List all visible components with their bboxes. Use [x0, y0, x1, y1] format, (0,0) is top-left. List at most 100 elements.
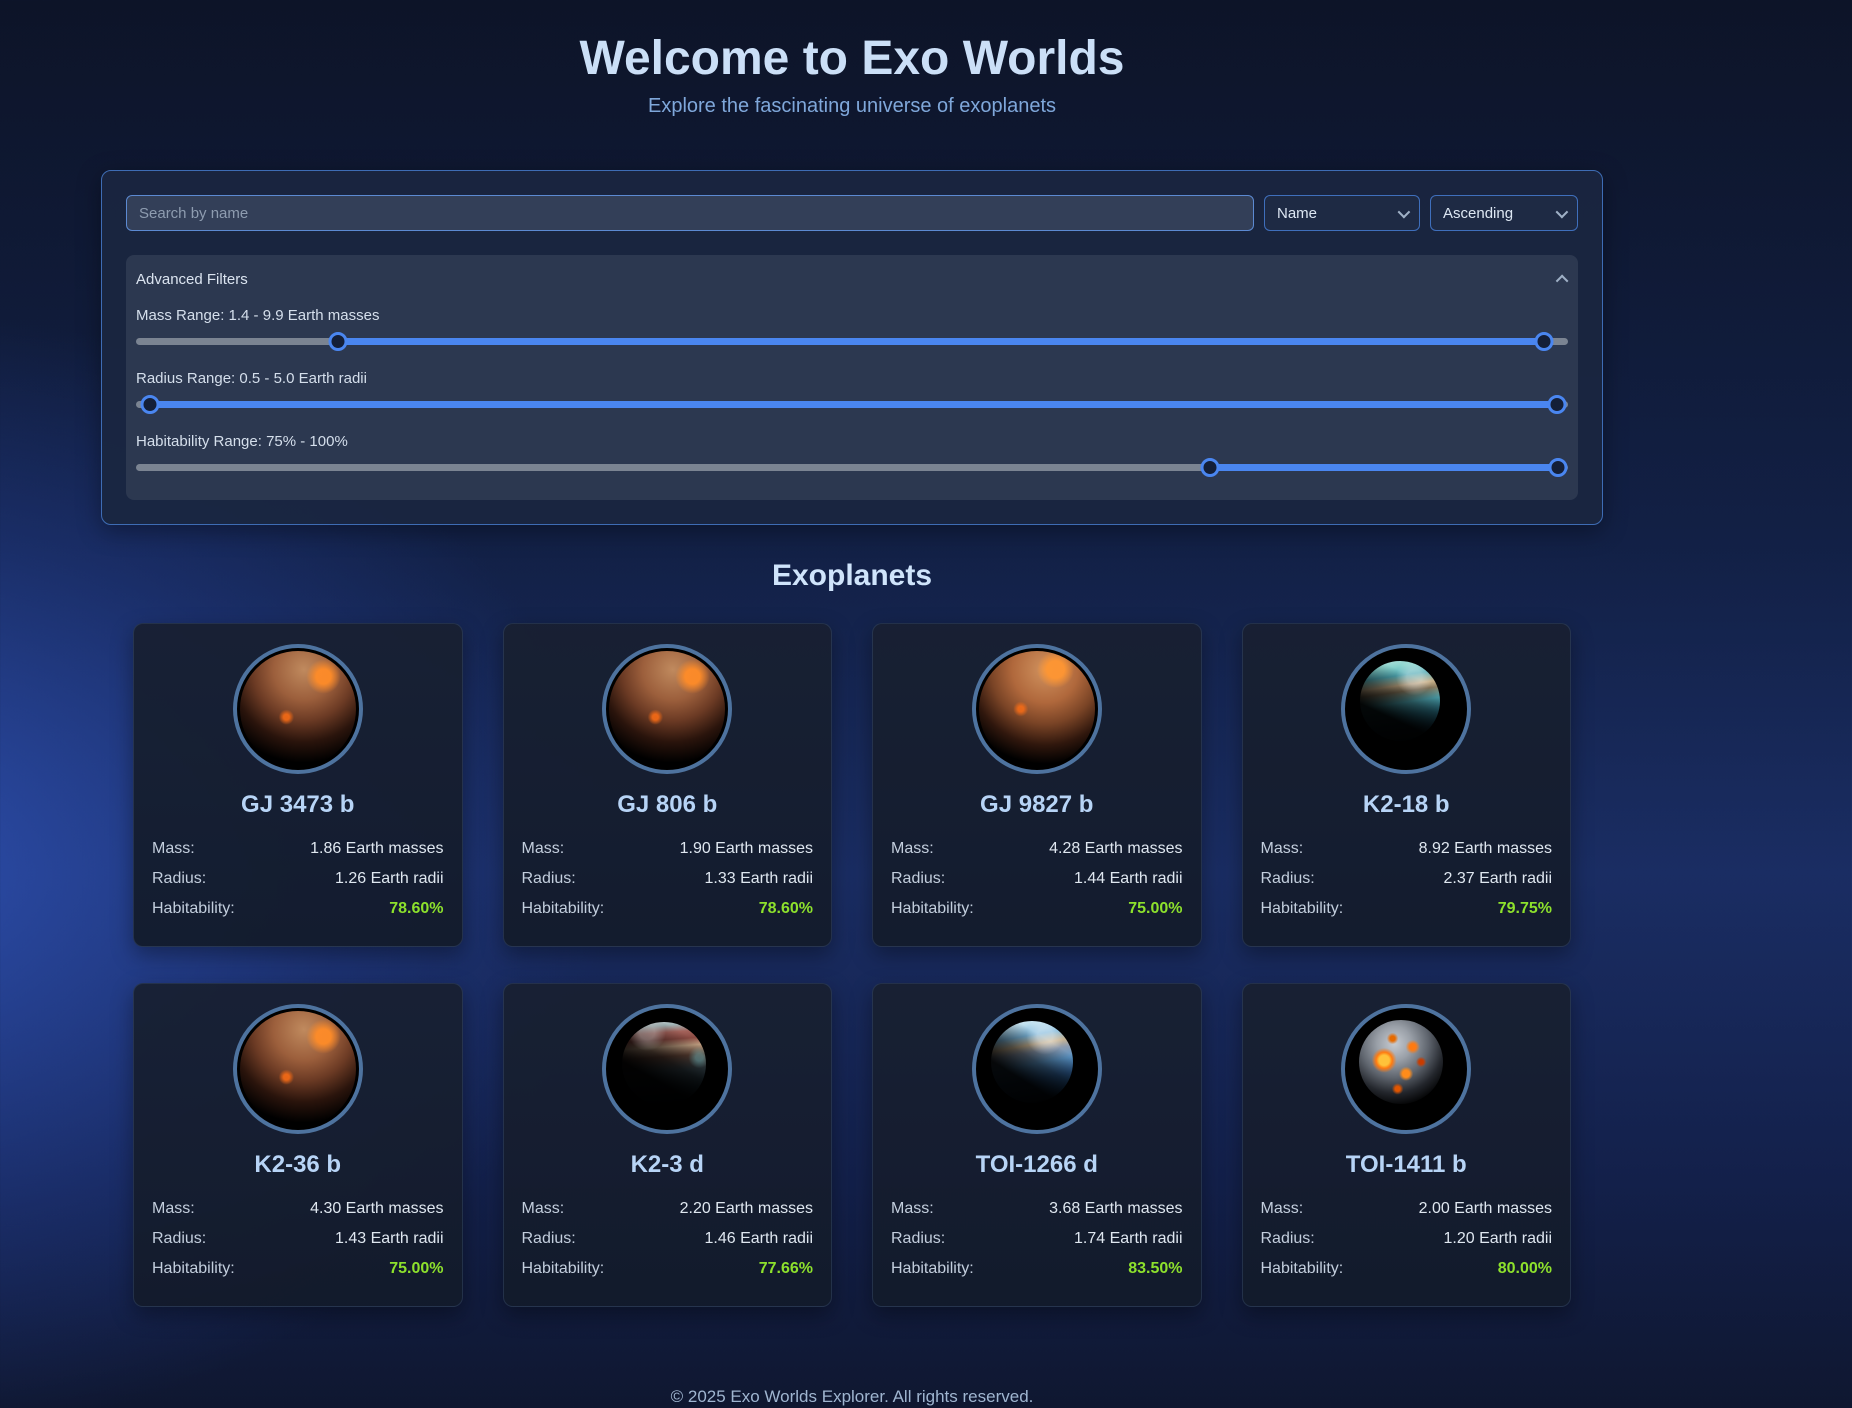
mass-value: 3.68 Earth masses — [1049, 1200, 1182, 1218]
radius-label: Radius: — [891, 1230, 945, 1248]
habitability-filter-group: Habitability Range: 75% - 100% — [136, 433, 1568, 478]
footer-text: © 2025 Exo Worlds Explorer. All rights r… — [101, 1387, 1603, 1408]
mass-label: Mass: — [152, 840, 195, 858]
radius-row: Radius:1.74 Earth radii — [891, 1224, 1183, 1254]
planet-name: K2-18 b — [1261, 790, 1553, 820]
habitability-filter-label: Habitability Range: 75% - 100% — [136, 433, 1568, 450]
slider-handle-min[interactable] — [328, 332, 347, 351]
mass-label: Mass: — [1261, 1200, 1304, 1218]
radius-filter-group: Radius Range: 0.5 - 5.0 Earth radii — [136, 370, 1568, 415]
planet-sphere — [1360, 661, 1440, 741]
planet-sphere — [979, 651, 1095, 767]
radius-value: 1.46 Earth radii — [704, 1230, 813, 1248]
mass-label: Mass: — [152, 1200, 195, 1218]
planet-card[interactable]: TOI-1411 b Mass:2.00 Earth masses Radius… — [1242, 983, 1572, 1307]
advanced-filters-title: Advanced Filters — [136, 271, 248, 288]
planet-stats: Mass:3.68 Earth masses Radius:1.74 Earth… — [891, 1194, 1183, 1284]
search-input[interactable] — [126, 195, 1254, 231]
radius-row: Radius: 1.43 Earth radii — [152, 1224, 444, 1254]
habitability-label: Habitability: — [1261, 900, 1344, 918]
habitability-label: Habitability: — [152, 1260, 235, 1278]
planet-name: GJ 9827 b — [891, 790, 1183, 820]
planet-sphere — [609, 651, 725, 767]
planet-sphere — [1359, 1020, 1443, 1104]
habitability-label: Habitability: — [522, 1260, 605, 1278]
planet-grid: GJ 3473 b Mass: 1.86 Earth masses Radius:… — [133, 623, 1571, 1307]
slider-handle-min[interactable] — [1201, 458, 1220, 477]
radius-row: Radius: 1.46 Earth radii — [522, 1224, 814, 1254]
planet-stats: Mass:4.28 Earth masses Radius:1.44 Earth… — [891, 834, 1183, 924]
planet-image — [233, 644, 363, 774]
radius-value: 1.43 Earth radii — [335, 1230, 444, 1248]
planet-stats: Mass:8.92 Earth masses Radius:2.37 Earth… — [1261, 834, 1553, 924]
habitability-row: Habitability:78.60% — [152, 894, 444, 924]
planet-card[interactable]: K2-3 d Mass:2.20 Earth masses Radius:1.4… — [503, 983, 833, 1307]
habitability-range-slider[interactable] — [136, 456, 1568, 478]
habitability-label: Habitability: — [522, 900, 605, 918]
page-subtitle: Explore the fascinating universe of exop… — [101, 94, 1603, 118]
planet-stats: Mass:2.00 Earth masses Radius:1.20 Earth… — [1261, 1194, 1553, 1284]
habitability-value: 80.00% — [1498, 1260, 1552, 1278]
chevron-down-icon — [1556, 205, 1569, 218]
planet-stats: Mass: 4.30 Earth masses Radius: 1.43 Earth… — [152, 1194, 444, 1284]
radius-row: Radius:1.44 Earth radii — [891, 864, 1183, 894]
mass-row: Mass:1.90 Earth masses — [522, 834, 814, 864]
radius-label: Radius: — [152, 1230, 206, 1248]
radius-label: Radius: — [522, 1230, 576, 1248]
planet-sphere — [622, 1022, 706, 1106]
controls-panel: Name Ascending Advanced Filters Mass Ran… — [101, 170, 1603, 525]
mass-value: 1.86 Earth masses — [310, 840, 443, 858]
radius-row: Radius:2.37 Earth radii — [1261, 864, 1553, 894]
planet-card[interactable]: GJ 3473 b Mass:1.86 Earth masses Radius:… — [133, 623, 463, 947]
mass-label: Mass: — [522, 1200, 565, 1218]
sort-by-select[interactable]: Name — [1264, 195, 1420, 231]
habitability-value: 75.00% — [1128, 900, 1182, 918]
habitability-label: Habitability: — [891, 1260, 974, 1278]
mass-row: Mass:8.92 Earth masses — [1261, 834, 1553, 864]
mass-range-slider[interactable] — [136, 330, 1568, 352]
radius-value: 1.33 Earth radii — [704, 870, 813, 888]
radius-value: 2.37 Earth radii — [1443, 870, 1552, 888]
planet-card[interactable]: TOI-1266 d Mass:3.68 Earth masses Radius… — [872, 983, 1202, 1307]
slider-fill — [1210, 464, 1558, 471]
habitability-value: 78.60% — [759, 900, 813, 918]
slider-handle-max[interactable] — [1534, 332, 1553, 351]
radius-value: 1.26 Earth radii — [335, 870, 444, 888]
mass-row: Mass:3.68 Earth masses — [891, 1194, 1183, 1224]
mass-row: Mass: 1.86 Earth masses — [152, 834, 444, 864]
planet-image — [602, 644, 732, 774]
slider-handle-min[interactable] — [141, 395, 160, 414]
mass-filter-label: Mass Range: 1.4 - 9.9 Earth masses — [136, 307, 1568, 324]
mass-row: Mass:2.00 Earth masses — [1261, 1194, 1553, 1224]
planet-image — [233, 1004, 363, 1134]
mass-label: Mass: — [891, 840, 934, 858]
habitability-row: Habitability: 78.60% — [522, 894, 814, 924]
radius-label: Radius: — [1261, 1230, 1315, 1248]
slider-handle-max[interactable] — [1547, 395, 1566, 414]
page-title: Welcome to Exo Worlds — [101, 30, 1603, 88]
planet-card[interactable]: GJ 9827 b Mass:4.28 Earth masses Radius:… — [872, 623, 1202, 947]
controls-row: Name Ascending — [126, 195, 1578, 231]
radius-range-slider[interactable] — [136, 393, 1568, 415]
habitability-label: Habitability: — [891, 900, 974, 918]
planet-sphere — [991, 1021, 1073, 1103]
planet-image — [1341, 644, 1471, 774]
planet-stats: Mass:2.20 Earth masses Radius:1.46 Earth… — [522, 1194, 814, 1284]
advanced-filters-header[interactable]: Advanced Filters — [136, 269, 1568, 289]
planet-image — [602, 1004, 732, 1134]
radius-row: Radius:1.20 Earth radii — [1261, 1224, 1553, 1254]
planet-card[interactable]: GJ 806 b Mass:1.90 Earth masses Radius:1… — [503, 623, 833, 947]
planet-image — [972, 1004, 1102, 1134]
planet-name: TOI-1266 d — [891, 1150, 1183, 1180]
radius-value: 1.44 Earth radii — [1074, 870, 1183, 888]
planet-name: K2-36 b — [152, 1150, 444, 1180]
chevron-up-icon[interactable] — [1556, 274, 1569, 287]
habitability-value: 83.50% — [1128, 1260, 1182, 1278]
planet-card[interactable]: K2-36 b Mass: 4.30 Earth masses Radius: 1.… — [133, 983, 463, 1307]
mass-value: 4.30 Earth masses — [310, 1200, 443, 1218]
habitability-row: Habitability:75.00% — [152, 1254, 444, 1284]
planet-card[interactable]: K2-18 b Mass:8.92 Earth masses Radius:2.… — [1242, 623, 1572, 947]
slider-handle-max[interactable] — [1548, 458, 1567, 477]
sort-order-select[interactable]: Ascending — [1430, 195, 1578, 231]
planet-name: GJ 3473 b — [152, 790, 444, 820]
